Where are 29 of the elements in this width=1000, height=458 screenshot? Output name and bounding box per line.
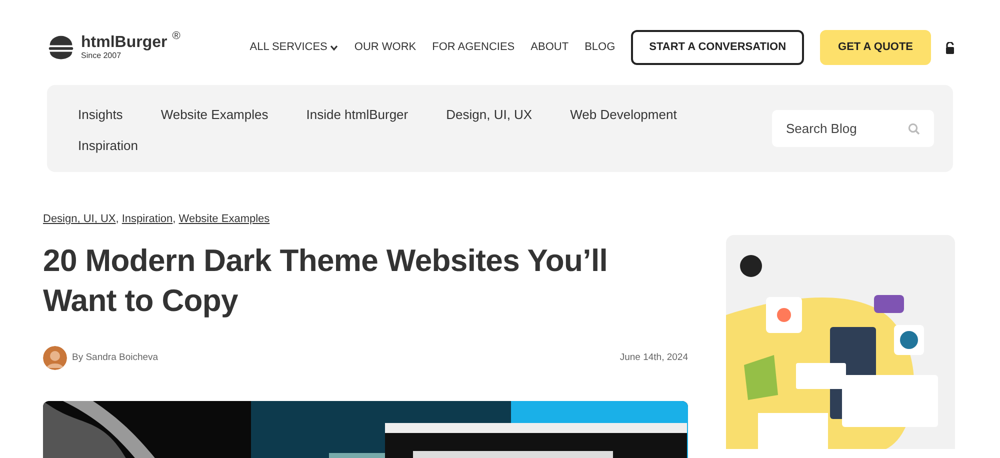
article-title: 20 Modern Dark Theme Websites You’ll Want to Copy xyxy=(43,242,609,320)
nav-link[interactable]: ABOUT xyxy=(530,39,569,56)
lock-icon[interactable] xyxy=(945,42,955,54)
separator-comma: , xyxy=(172,213,176,225)
category-link[interactable]: Insights xyxy=(78,106,123,124)
category-link[interactable]: Web Development xyxy=(570,106,677,124)
category-tag-link[interactable]: Inspiration xyxy=(122,213,173,225)
caret-icon xyxy=(330,44,338,50)
author-name[interactable]: By Sandra Boicheva xyxy=(72,350,158,366)
category-link[interactable]: Inspiration xyxy=(78,137,138,155)
category-link[interactable]: Design, UI, UX xyxy=(446,106,532,124)
author-avatar xyxy=(43,346,67,370)
category-tag-link[interactable]: Website Examples xyxy=(178,213,270,225)
category-tag-link[interactable]: Design, UI, UX xyxy=(43,213,116,225)
quote-button[interactable]: GET A QUOTE xyxy=(820,30,931,65)
logo-text[interactable]: htmlBurger xyxy=(81,35,168,51)
nav-dropdown[interactable]: ALL SERVICES xyxy=(250,39,338,56)
search-field[interactable]: Search Blog xyxy=(772,110,934,147)
nav-link[interactable]: FOR AGENCIES xyxy=(432,39,515,56)
category-link[interactable]: Inside htmlBurger xyxy=(306,106,408,124)
conversation-button[interactable]: START A CONVERSATION xyxy=(631,30,804,65)
nav-link[interactable]: BLOG xyxy=(584,39,616,56)
post-date: June 14th, 2024 xyxy=(620,350,688,365)
logo-tagline: Since 2007 xyxy=(81,52,122,60)
registered-mark: ® xyxy=(172,31,180,42)
burger-logo-icon xyxy=(47,34,75,62)
nav-link[interactable]: OUR WORK xyxy=(354,39,416,56)
category-link[interactable]: Website Examples xyxy=(160,106,268,124)
separator-comma: , xyxy=(116,213,119,225)
